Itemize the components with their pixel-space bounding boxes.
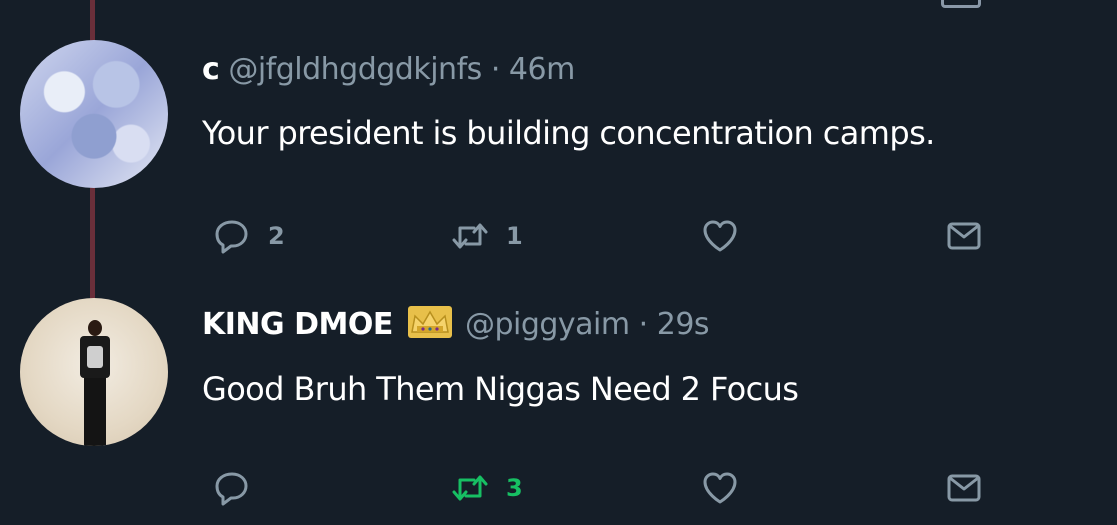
reply-icon <box>215 220 248 254</box>
retweet-button-active[interactable]: 3 <box>450 468 523 508</box>
user-handle[interactable]: @piggyaim <box>465 307 630 342</box>
timestamp[interactable]: 29s <box>657 307 710 342</box>
reply-icon <box>215 472 248 506</box>
retweet-count: 3 <box>506 474 523 502</box>
crown-icon <box>407 306 452 338</box>
share-button[interactable] <box>944 468 984 508</box>
tweet-text: Your president is building concentration… <box>202 114 935 152</box>
avatar-person-photo <box>78 320 112 446</box>
tweet-text: Good Bruh Them Niggas Need 2 Focus <box>202 370 799 408</box>
reply-button[interactable] <box>212 468 268 508</box>
separator: · <box>638 307 649 342</box>
separator: · <box>490 52 501 87</box>
timestamp[interactable]: 46m <box>509 52 575 87</box>
retweet-icon <box>452 475 488 501</box>
retweet-count: 1 <box>506 222 523 250</box>
tweet-actions: 3 <box>0 468 1117 508</box>
display-name[interactable]: c <box>202 52 220 87</box>
avatar[interactable] <box>20 298 168 446</box>
heart-icon <box>703 472 737 504</box>
tweet-1[interactable]: c @jfgldhgdgdkjnfs · 46m Your president … <box>0 0 1117 270</box>
display-name[interactable]: KING DMOE <box>202 307 393 342</box>
tweet-actions: 2 1 <box>0 216 1117 256</box>
tweet-2[interactable]: KING DMOE @piggyaim · 29s Good Bruh Them… <box>0 280 1117 525</box>
retweet-button[interactable]: 1 <box>450 216 523 256</box>
user-handle[interactable]: @jfgldhgdgdkjnfs <box>228 52 482 87</box>
retweet-icon <box>452 223 488 249</box>
tweet-header: KING DMOE @piggyaim · 29s <box>202 306 710 342</box>
heart-icon <box>703 220 737 252</box>
tweet-header: c @jfgldhgdgdkjnfs · 46m <box>202 52 575 87</box>
share-button[interactable] <box>944 216 984 256</box>
reply-count: 2 <box>268 222 285 250</box>
share-icon <box>947 222 981 250</box>
like-button[interactable] <box>700 468 756 508</box>
avatar[interactable] <box>20 40 168 188</box>
reply-button[interactable]: 2 <box>212 216 285 256</box>
like-button[interactable] <box>700 216 756 256</box>
share-icon <box>947 474 981 502</box>
timeline: c @jfgldhgdgdkjnfs · 46m Your president … <box>0 0 1117 525</box>
